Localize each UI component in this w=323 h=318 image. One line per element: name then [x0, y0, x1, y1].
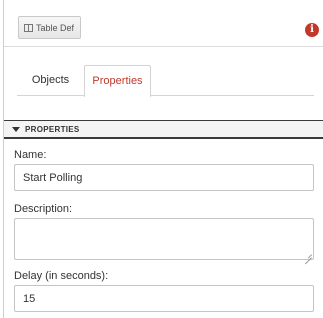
properties-section-header[interactable]: PROPERTIES	[4, 120, 323, 139]
table-icon	[24, 23, 33, 32]
table-def-button[interactable]: Table Def	[18, 16, 82, 39]
name-input[interactable]	[14, 164, 314, 191]
panel-toolbar: Table Def i	[4, 0, 323, 47]
info-icon[interactable]: i	[305, 23, 319, 37]
tab-bar: Objects Properties	[17, 65, 314, 97]
tab-properties[interactable]: Properties	[84, 65, 151, 97]
tab-objects[interactable]: Objects	[17, 65, 84, 96]
table-def-label: Table Def	[36, 22, 75, 33]
caret-down-icon	[12, 126, 20, 132]
description-textarea[interactable]	[14, 218, 314, 260]
resize-grip-icon[interactable]	[304, 250, 312, 258]
delay-label: Delay (in seconds):	[14, 270, 109, 282]
description-label: Description:	[14, 203, 73, 215]
properties-panel: Table Def i Objects Properties PROPERTIE…	[3, 0, 323, 318]
name-label: Name:	[14, 149, 47, 161]
section-title: PROPERTIES	[25, 124, 80, 134]
delay-input[interactable]	[14, 285, 314, 312]
